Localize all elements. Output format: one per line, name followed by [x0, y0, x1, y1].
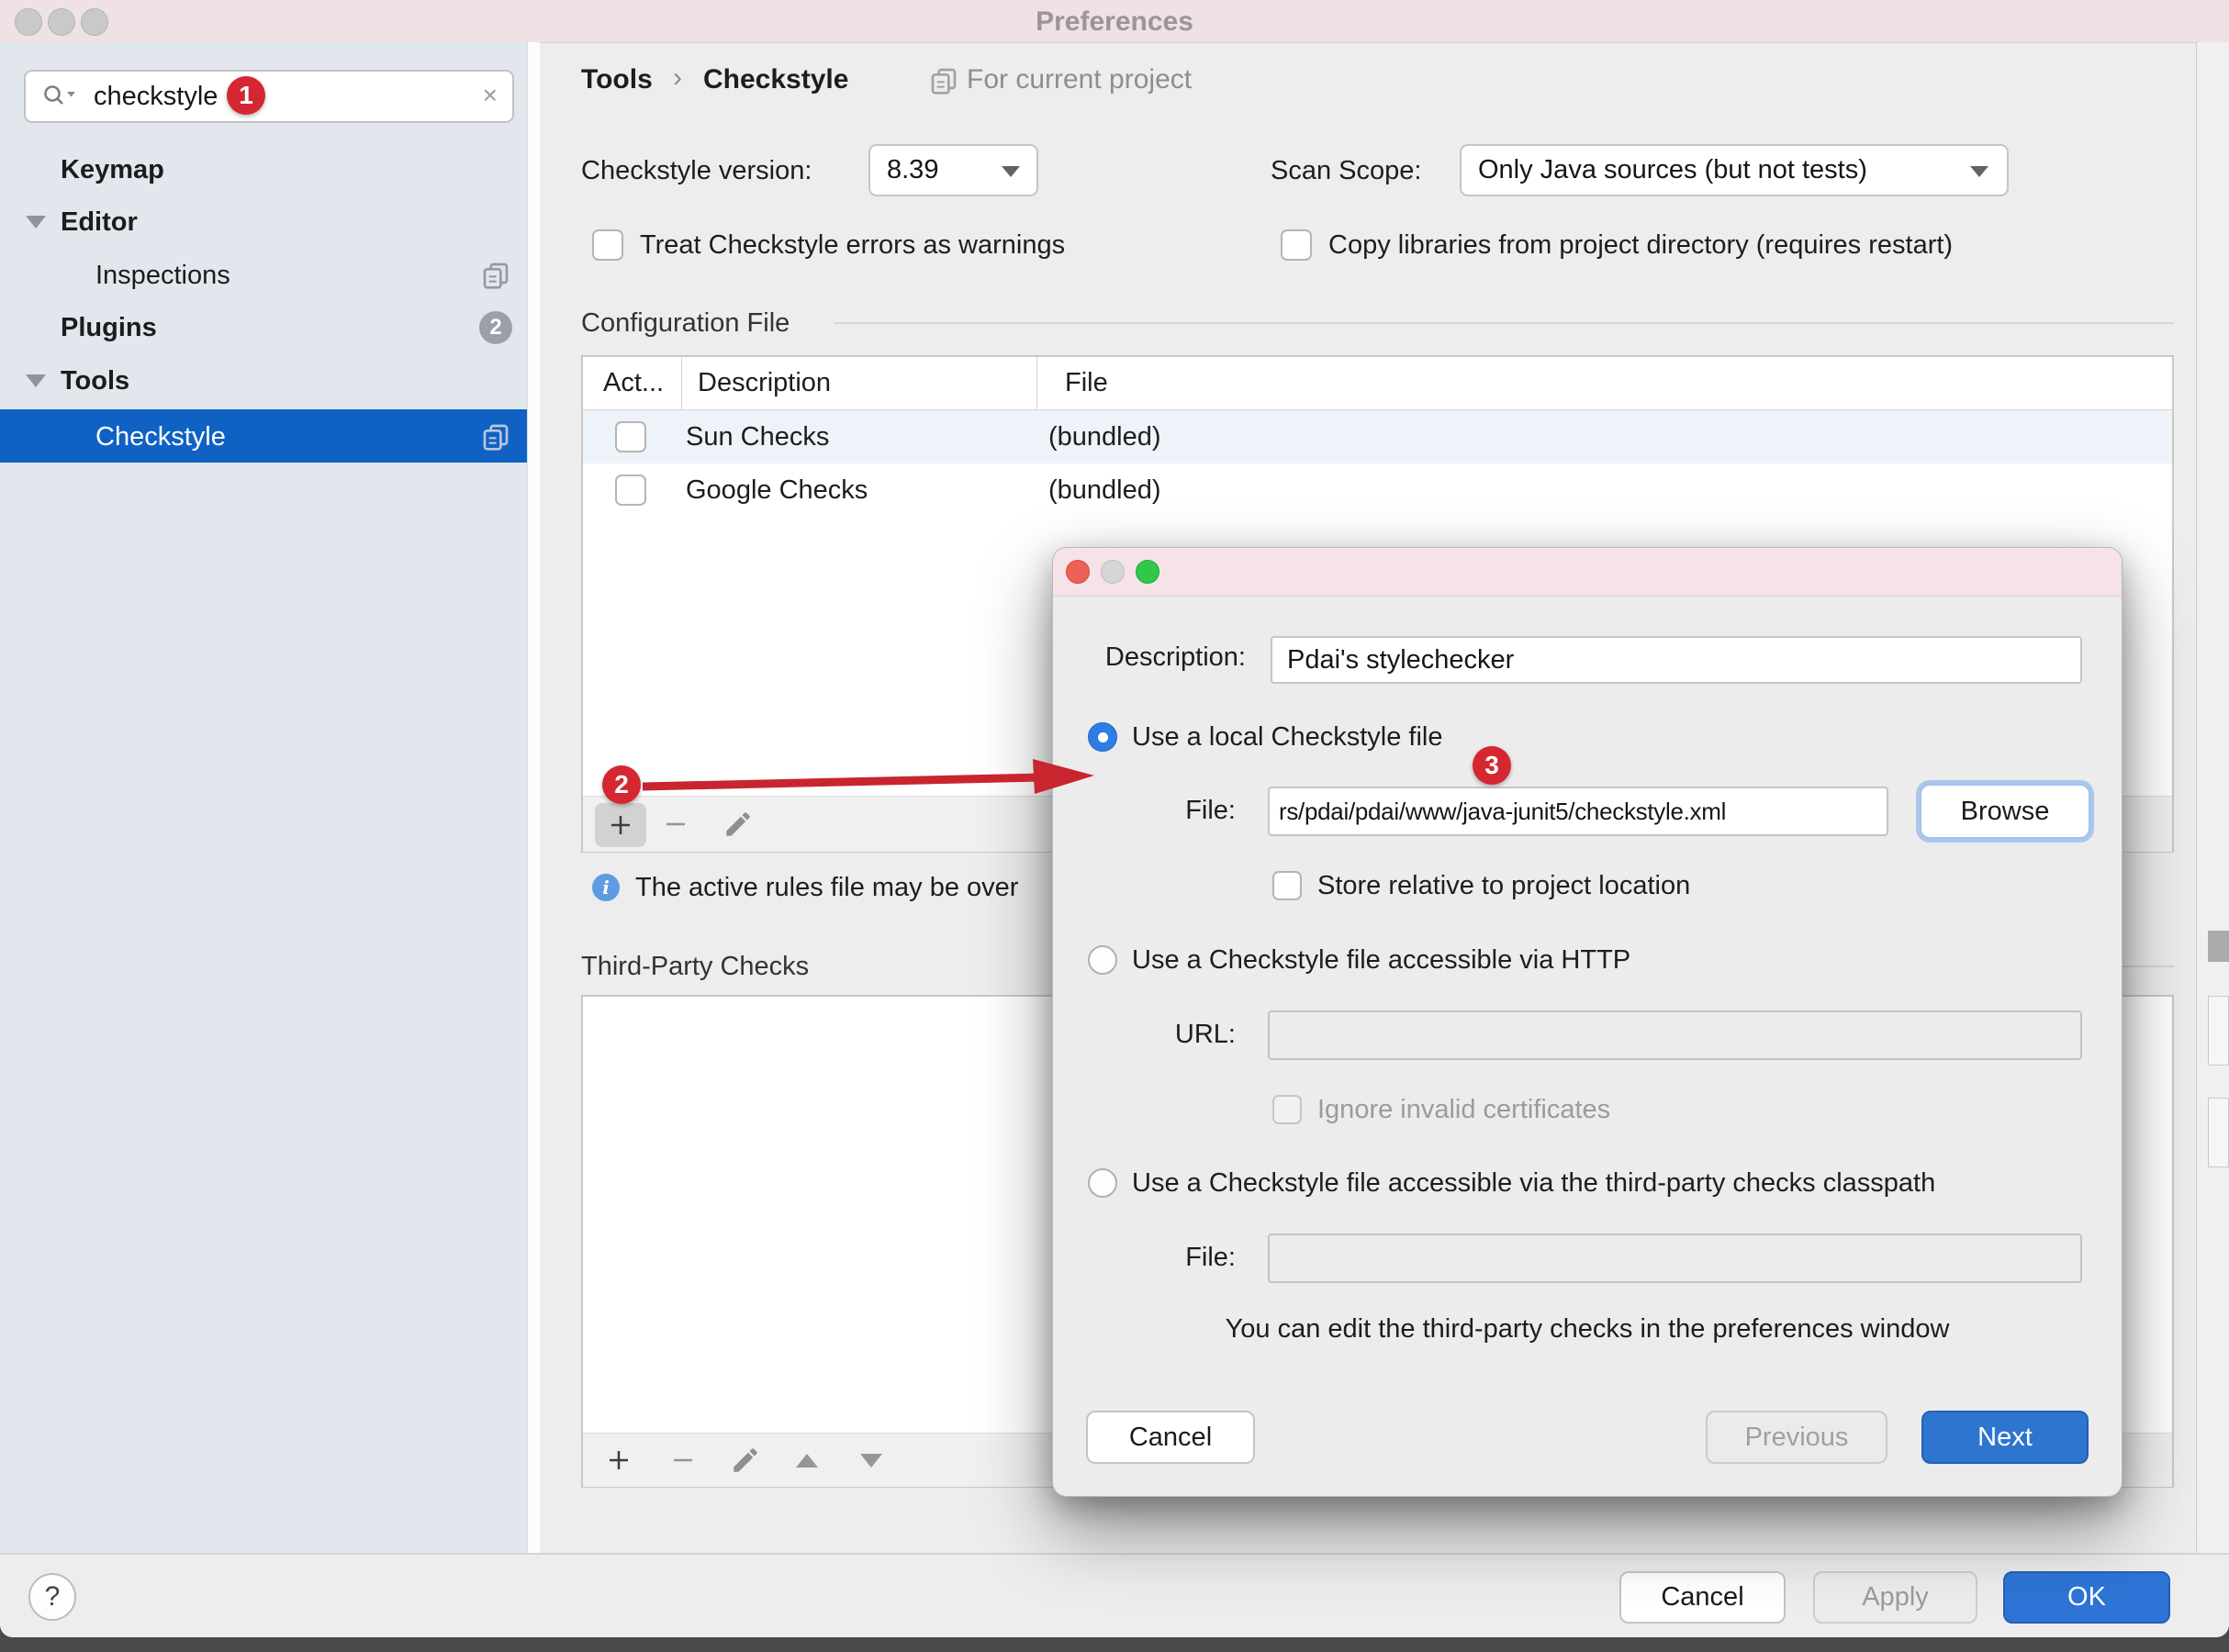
add-configuration-dialog: Description: Pdai's stylechecker Use a l… — [1052, 547, 2123, 1497]
active-rules-info-text: The active rules file may be over — [635, 870, 1018, 905]
table-row[interactable]: Google Checks (bundled) — [583, 463, 2172, 517]
sidebar-item-keymap[interactable]: Keymap — [0, 143, 527, 195]
ignore-certificates-label: Ignore invalid certificates — [1317, 1092, 1610, 1127]
edit-check-button[interactable] — [730, 1445, 761, 1476]
settings-search-input[interactable]: checkstyle × — [24, 70, 514, 123]
chevron-down-icon — [1970, 166, 1988, 177]
chevron-down-icon — [1002, 166, 1020, 177]
window-title: Preferences — [0, 6, 2229, 38]
active-checkbox[interactable] — [615, 421, 646, 452]
cancel-button[interactable]: Cancel — [1619, 1571, 1786, 1624]
use-classpath-file-radio[interactable] — [1088, 1168, 1117, 1198]
file-label: File: — [1171, 793, 1236, 828]
per-project-settings-icon — [481, 422, 510, 452]
plugins-count-badge: 2 — [479, 311, 512, 344]
third-party-note: You can edit the third-party checks in t… — [1053, 1312, 2122, 1346]
ok-button[interactable]: OK — [2003, 1571, 2170, 1624]
background-window-fragment — [2208, 1098, 2229, 1167]
minimize-dialog-icon[interactable] — [1101, 560, 1125, 584]
section-divider — [834, 322, 2174, 324]
per-project-settings-icon — [481, 261, 510, 290]
add-configuration-button[interactable] — [595, 803, 646, 847]
search-query-text: checkstyle — [94, 72, 218, 121]
browse-button[interactable]: Browse — [1920, 784, 2090, 839]
edit-configuration-button[interactable] — [722, 809, 754, 840]
description-label: Description: — [1081, 640, 1246, 675]
copy-libraries-label: Copy libraries from project directory (r… — [1328, 228, 1953, 262]
store-relative-checkbox[interactable] — [1272, 871, 1302, 900]
column-header-active[interactable]: Act... — [603, 365, 664, 400]
store-relative-label: Store relative to project location — [1317, 868, 1690, 903]
background-window-edge — [2196, 42, 2229, 1553]
dialog-next-button[interactable]: Next — [1921, 1411, 2089, 1464]
add-check-button[interactable] — [605, 1446, 633, 1474]
info-icon: i — [592, 874, 620, 901]
url-input[interactable] — [1268, 1010, 2082, 1060]
table-header-row: Act... Description File — [583, 357, 2172, 410]
search-icon — [40, 83, 81, 110]
copy-libraries-checkbox[interactable] — [1281, 229, 1312, 261]
per-project-settings-icon — [929, 66, 958, 95]
classpath-file-input[interactable] — [1268, 1233, 2082, 1283]
dialog-previous-button[interactable]: Previous — [1706, 1411, 1887, 1464]
dialog-titlebar — [1053, 548, 2122, 597]
annotation-step-1: 1 — [227, 76, 265, 115]
sidebar-item-inspections[interactable]: Inspections — [0, 249, 527, 301]
background-window-fragment — [2208, 996, 2229, 1066]
sidebar-item-editor[interactable]: Editor — [0, 195, 527, 248]
table-row[interactable]: Sun Checks (bundled) — [583, 410, 2172, 463]
annotation-step-3: 3 — [1473, 746, 1511, 785]
sidebar-item-tools[interactable]: Tools — [0, 354, 527, 407]
apply-button[interactable]: Apply — [1813, 1571, 1977, 1624]
chevron-down-icon[interactable] — [26, 216, 46, 229]
breadcrumb-current: Checkstyle — [703, 62, 848, 97]
file2-label: File: — [1171, 1240, 1236, 1275]
scan-scope-select[interactable]: Only Java sources (but not tests) — [1460, 144, 2009, 196]
zoom-dialog-icon[interactable] — [1136, 560, 1159, 584]
file-path-input[interactable]: rs/pdai/pdai/www/java-junit5/checkstyle.… — [1268, 787, 1888, 836]
annotation-arrow — [633, 748, 1111, 807]
breadcrumb-parent[interactable]: Tools — [581, 62, 653, 97]
ignore-certificates-checkbox[interactable] — [1272, 1095, 1302, 1124]
preferences-window: Preferences checkstyle × Keymap Editor I… — [0, 0, 2229, 1637]
column-divider — [681, 357, 682, 409]
column-divider — [1036, 357, 1037, 409]
dialog-cancel-button[interactable]: Cancel — [1086, 1411, 1255, 1464]
close-dialog-icon[interactable] — [1066, 560, 1090, 584]
plus-icon — [607, 811, 634, 839]
scan-scope-label: Scan Scope: — [1271, 153, 1421, 188]
checkstyle-version-select[interactable]: 8.39 — [868, 144, 1038, 196]
footer-bar: ? Cancel Apply OK — [0, 1553, 2229, 1637]
column-header-file[interactable]: File — [1065, 365, 1108, 400]
sidebar-item-plugins[interactable]: Plugins 2 — [0, 301, 527, 353]
active-checkbox[interactable] — [615, 474, 646, 506]
use-http-file-label: Use a Checkstyle file accessible via HTT… — [1132, 943, 1630, 977]
remove-configuration-button[interactable] — [662, 810, 689, 838]
clear-search-icon[interactable]: × — [483, 72, 498, 121]
treat-errors-label: Treat Checkstyle errors as warnings — [640, 228, 1065, 262]
annotation-step-2: 2 — [602, 765, 641, 804]
description-input[interactable]: Pdai's stylechecker — [1271, 636, 2082, 684]
move-down-button[interactable] — [860, 1454, 882, 1468]
sidebar-item-checkstyle-selected[interactable]: Checkstyle — [0, 409, 527, 463]
third-party-section-title: Third-Party Checks — [581, 949, 809, 984]
breadcrumb-separator: › — [673, 61, 682, 95]
scope-label: For current project — [967, 62, 1192, 97]
move-up-button[interactable] — [796, 1454, 818, 1468]
chevron-down-icon[interactable] — [26, 374, 46, 387]
use-http-file-radio[interactable] — [1088, 945, 1117, 975]
settings-sidebar: checkstyle × Keymap Editor Inspections P… — [0, 42, 540, 1553]
help-button[interactable]: ? — [28, 1573, 76, 1621]
use-local-file-label: Use a local Checkstyle file — [1132, 720, 1442, 754]
remove-check-button[interactable] — [669, 1446, 697, 1474]
sidebar-scrollbar[interactable] — [527, 42, 540, 1553]
column-header-description[interactable]: Description — [698, 365, 831, 400]
background-window-fragment — [2208, 931, 2229, 962]
configuration-file-section-title: Configuration File — [581, 306, 790, 340]
treat-errors-checkbox[interactable] — [592, 229, 623, 261]
window-titlebar: Preferences — [0, 0, 2229, 43]
use-classpath-file-label: Use a Checkstyle file accessible via the… — [1132, 1166, 1935, 1200]
url-label: URL: — [1171, 1017, 1236, 1052]
checkstyle-version-label: Checkstyle version: — [581, 153, 812, 188]
